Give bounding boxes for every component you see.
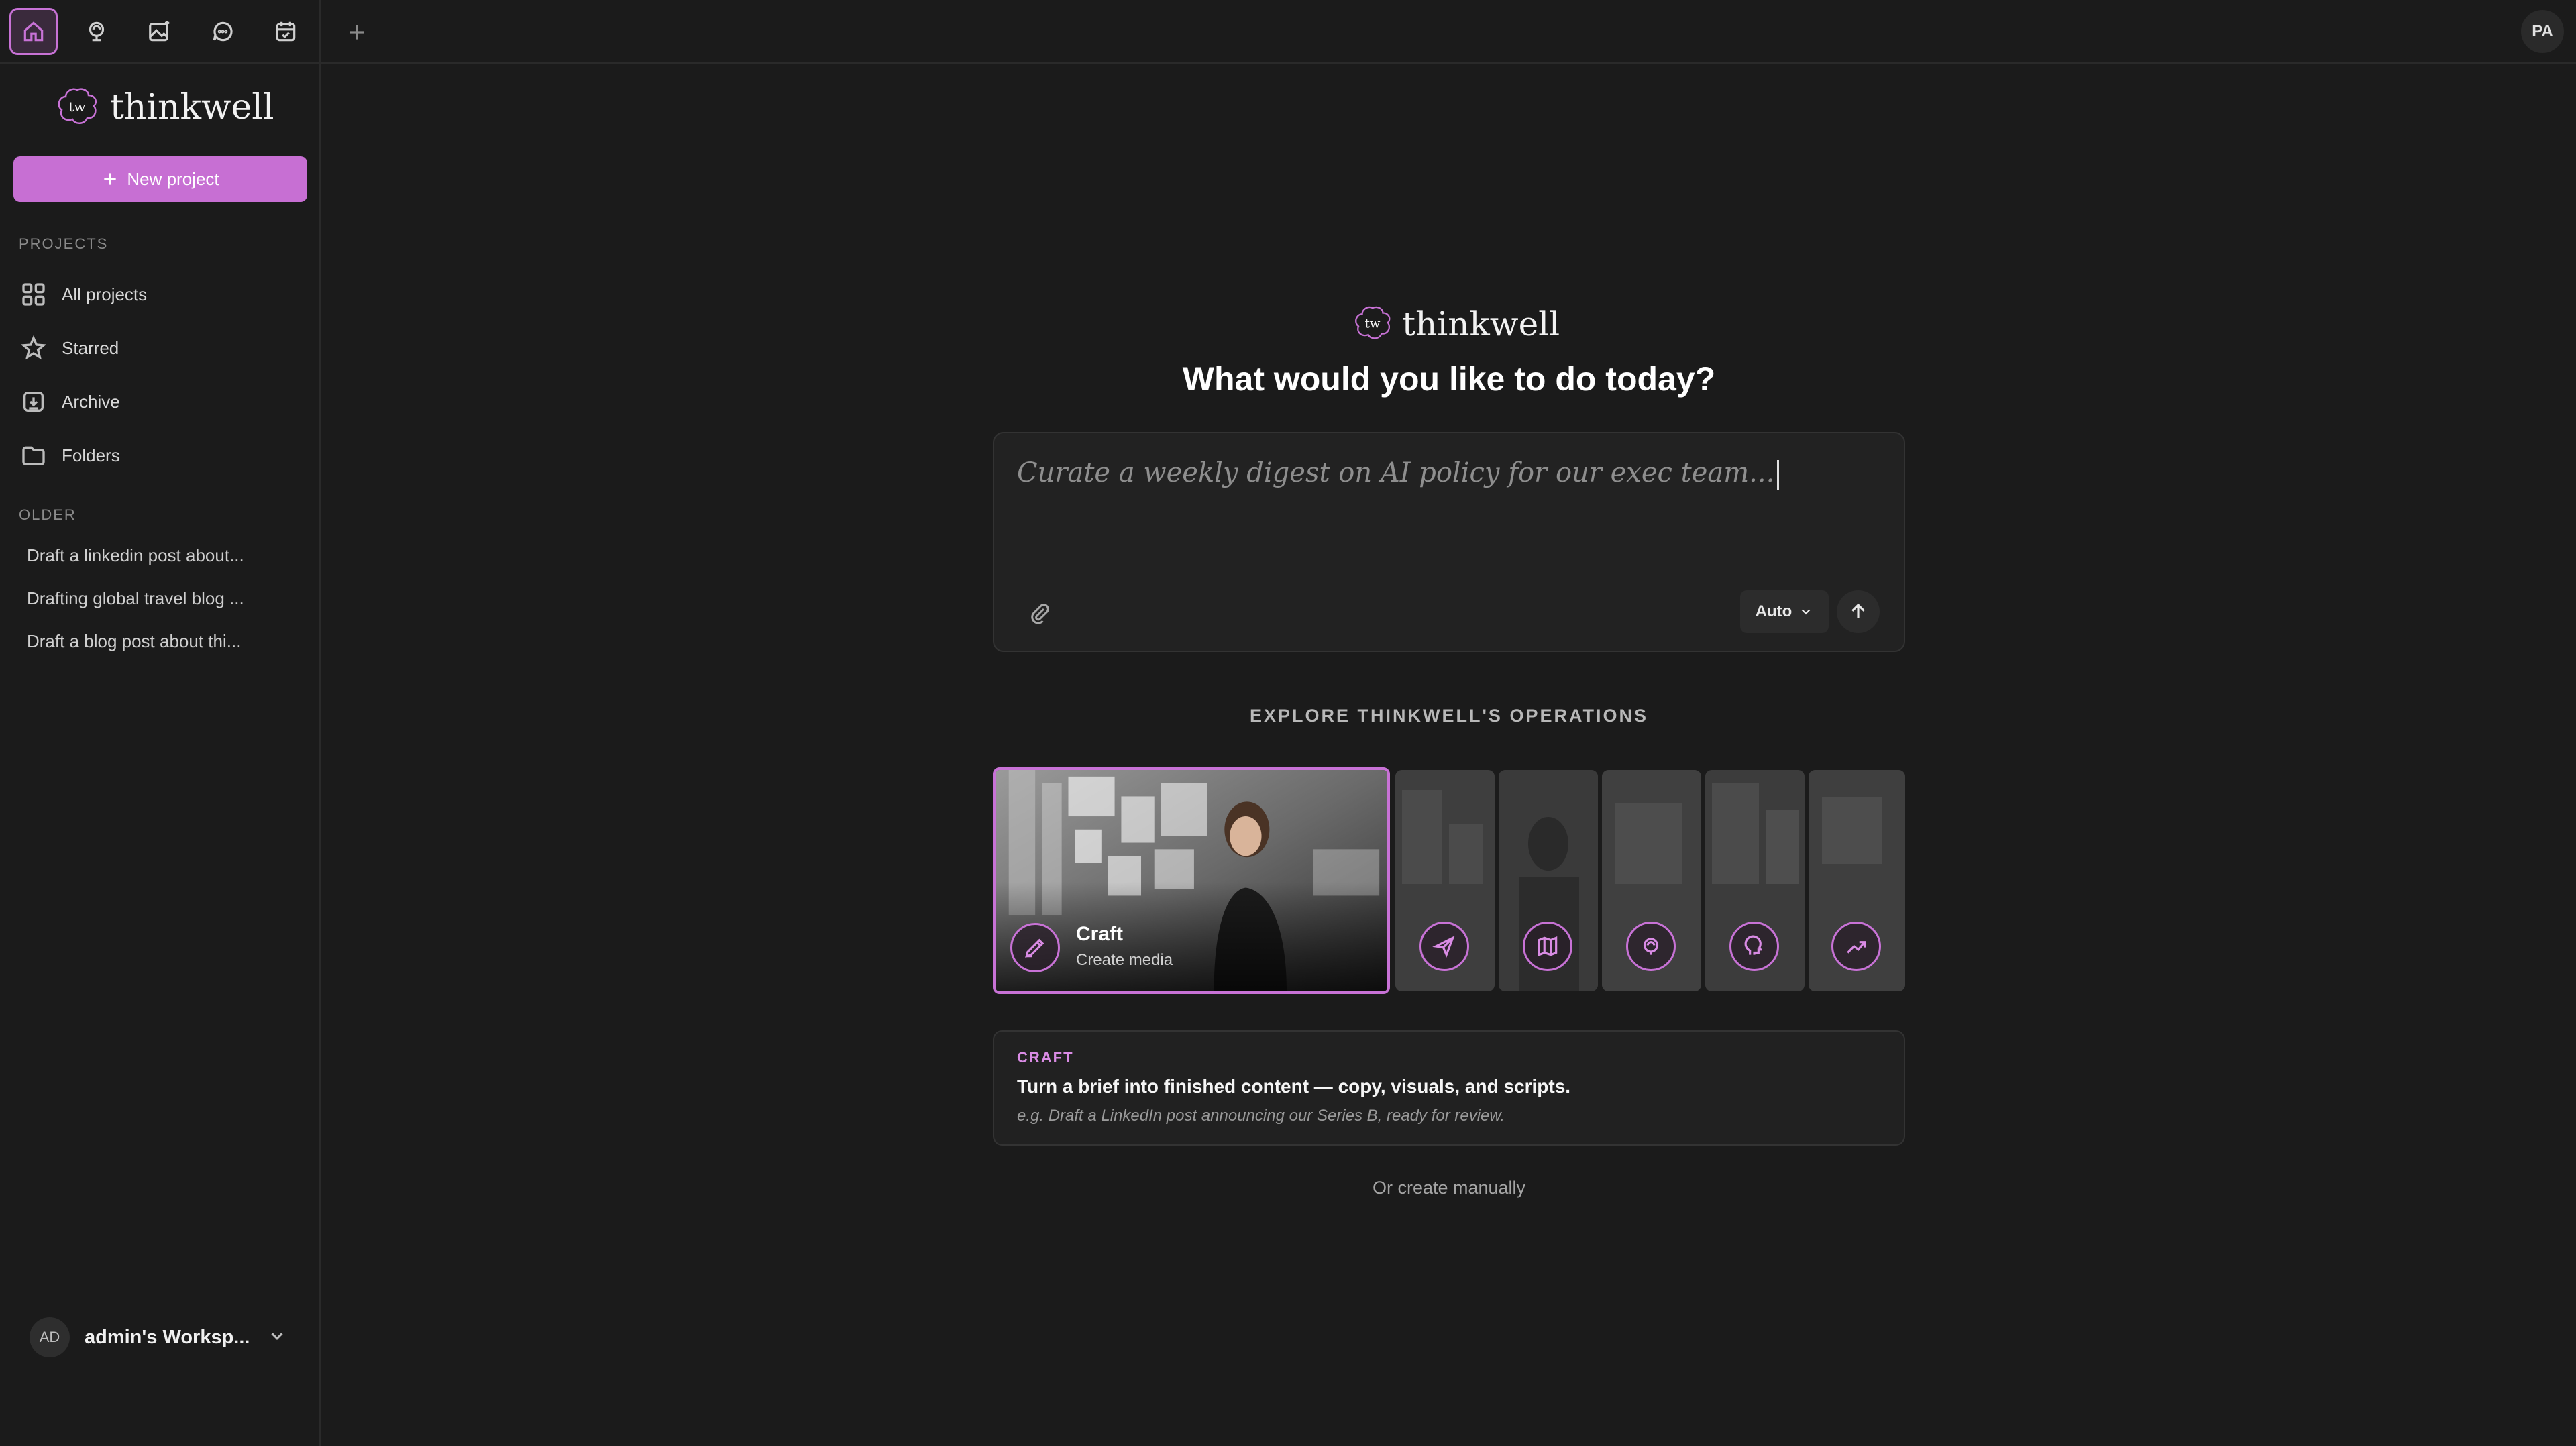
brain-icon xyxy=(1643,938,1659,955)
top-bar: PA xyxy=(0,0,2576,64)
history-item[interactable]: Draft a blog post about thi... xyxy=(27,631,295,652)
craft-op-icon-wrap xyxy=(1010,923,1060,972)
new-project-label: New project xyxy=(127,168,219,189)
sidebar-item-folders[interactable]: Folders xyxy=(20,437,302,474)
sidebar-item-starred[interactable]: Starred xyxy=(20,329,302,367)
operation-card-head[interactable] xyxy=(1705,770,1805,991)
operation-card-craft[interactable]: Craft Create media xyxy=(993,767,1390,994)
sidebar-item-archive[interactable]: Archive xyxy=(20,383,302,421)
trend-icon xyxy=(1847,941,1866,954)
folder-icon xyxy=(22,446,45,465)
head-op-icon-wrap xyxy=(1729,922,1779,971)
tab-brain[interactable] xyxy=(72,8,121,55)
page-title: What would you like to do today? xyxy=(1182,360,1716,398)
operation-card-map[interactable] xyxy=(1499,770,1598,991)
workspace-avatar: AD xyxy=(30,1317,70,1357)
brand-logo: tw thinkwell xyxy=(55,85,274,129)
operation-title: Craft xyxy=(1076,923,1124,945)
svg-text:tw: tw xyxy=(68,99,85,115)
brain-icon xyxy=(89,21,105,42)
sidebar: tw thinkwell New project PROJECTS All pr… xyxy=(0,64,321,1446)
image-sparkle-icon xyxy=(149,21,170,42)
workspace-name: admin's Worksp... xyxy=(85,1326,250,1348)
paperclip-icon xyxy=(1031,604,1049,624)
operations-carousel: Craft Create media xyxy=(993,767,1905,994)
older-section-label: OLDER xyxy=(19,506,76,523)
operation-subtitle: Create media xyxy=(1076,951,1173,969)
operation-detail-panel: CRAFT Turn a brief into finished content… xyxy=(993,1030,1905,1146)
tab-strip xyxy=(0,0,321,64)
send-button[interactable] xyxy=(1837,590,1880,633)
prompt-input[interactable]: Curate a weekly digest on AI policy for … xyxy=(1017,457,1882,498)
text-caret xyxy=(1777,460,1780,490)
operation-card-send[interactable] xyxy=(1395,770,1495,991)
tab-home[interactable] xyxy=(9,8,58,55)
brand-name: thinkwell xyxy=(110,87,274,127)
tab-calendar[interactable] xyxy=(262,8,310,55)
history-item[interactable]: Draft a linkedin post about... xyxy=(27,545,295,566)
operation-card-brain[interactable] xyxy=(1602,770,1701,991)
calendar-icon xyxy=(276,21,296,42)
grid-icon xyxy=(22,283,45,306)
operation-tag: CRAFT xyxy=(1017,1049,1074,1066)
add-tab-button[interactable] xyxy=(337,12,377,52)
star-icon xyxy=(20,335,47,360)
sidebar-item-label: Archive xyxy=(62,391,120,412)
new-project-button[interactable]: New project xyxy=(13,156,307,202)
operation-description: Turn a brief into finished content — cop… xyxy=(1017,1076,1571,1097)
model-select-value: Auto xyxy=(1755,602,1792,620)
explore-heading: EXPLORE THINKWELL'S OPERATIONS xyxy=(1250,706,1648,726)
sidebar-item-label: Starred xyxy=(62,337,119,358)
chevron-down-icon xyxy=(267,1326,287,1349)
thinkwell-logo-icon: tw xyxy=(1352,304,1393,345)
trend-op-icon-wrap xyxy=(1831,922,1881,971)
sidebar-item-label: Folders xyxy=(62,445,120,465)
sidebar-item-all-projects[interactable]: All projects xyxy=(20,276,302,313)
operation-card-trend[interactable] xyxy=(1809,770,1905,991)
svg-text:tw: tw xyxy=(1365,317,1381,331)
head-icon xyxy=(1744,935,1763,955)
prompt-placeholder: Curate a weekly digest on AI policy for … xyxy=(1017,457,1775,488)
archive-icon xyxy=(23,392,44,412)
home-icon xyxy=(23,21,44,42)
arrow-up-icon xyxy=(1851,603,1865,618)
map-icon xyxy=(1538,936,1558,957)
chat-icon xyxy=(213,21,233,42)
pen-icon xyxy=(1025,938,1044,958)
prompt-composer: Curate a weekly digest on AI policy for … xyxy=(993,432,1905,652)
chevron-down-icon xyxy=(1802,609,1811,615)
workspace-switcher[interactable]: AD admin's Worksp... xyxy=(30,1316,298,1359)
brand-name: thinkwell xyxy=(1402,304,1560,343)
send-op-icon-wrap xyxy=(1419,922,1469,971)
model-select[interactable]: Auto xyxy=(1740,590,1829,633)
thinkwell-logo-icon: tw xyxy=(55,86,99,129)
plus-icon xyxy=(104,173,117,185)
operation-example[interactable]: e.g. Draft a LinkedIn post announcing ou… xyxy=(1017,1107,1505,1125)
brain-op-icon-wrap xyxy=(1626,922,1676,971)
tab-image[interactable] xyxy=(136,8,184,55)
main-brand-logo: tw thinkwell xyxy=(1352,302,1560,346)
create-manually-link[interactable]: Or create manually xyxy=(993,1178,1905,1199)
attach-button[interactable] xyxy=(1022,596,1057,630)
sidebar-item-label: All projects xyxy=(62,284,148,304)
send-icon xyxy=(1432,936,1455,958)
user-avatar[interactable]: PA xyxy=(2521,10,2564,53)
history-item[interactable]: Drafting global travel blog ... xyxy=(27,588,295,609)
map-op-icon-wrap xyxy=(1523,922,1572,971)
tab-chat[interactable] xyxy=(199,8,247,55)
projects-section-label: PROJECTS xyxy=(19,235,109,252)
plus-icon xyxy=(350,25,364,40)
